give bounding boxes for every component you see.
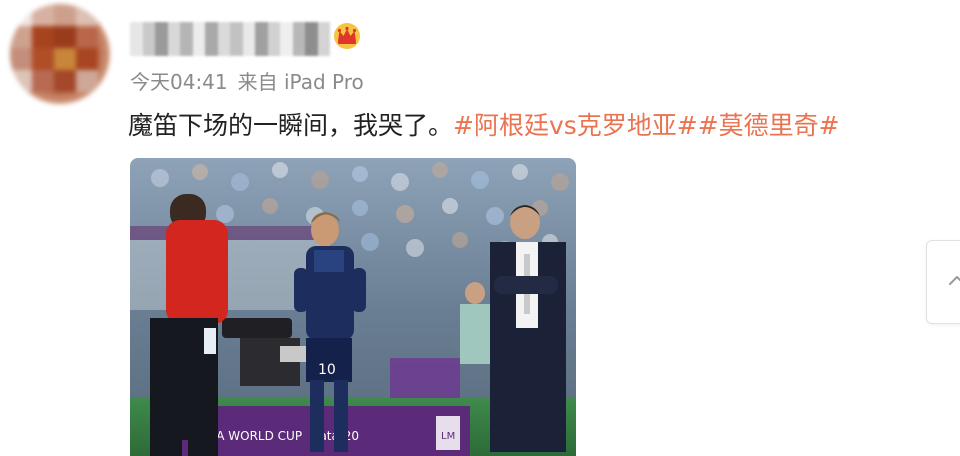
topic-link-argentina-croatia[interactable]: #阿根廷vs克罗地亚# (453, 111, 698, 140)
scroll-to-top-button[interactable] (926, 240, 960, 324)
username-obscured[interactable] (130, 22, 330, 56)
avatar[interactable] (10, 4, 110, 104)
jersey-number: 10 (318, 362, 336, 378)
topic-link-modric[interactable]: #莫德里奇# (698, 111, 840, 140)
crown-icon[interactable] (332, 22, 362, 50)
post-timestamp[interactable]: 今天04:41 (130, 70, 228, 94)
post-meta: 今天04:41 来自 iPad Pro (130, 66, 364, 95)
post-text-main: 魔笛下场的一瞬间，我哭了。 (128, 111, 454, 140)
post-image-scene: FIFA WORLD CUP Qatar20 LM 10 (130, 158, 576, 456)
weibo-post: 今天04:41 来自 iPad Pro 魔笛下场的一瞬间，我哭了。#阿根廷vs克罗… (0, 0, 960, 456)
post-image[interactable]: FIFA WORLD CUP Qatar20 LM 10 (130, 158, 576, 456)
post-source: 来自 iPad Pro (237, 70, 364, 94)
chevron-up-icon (949, 276, 960, 285)
ad-tag: LM (441, 431, 455, 442)
post-text: 魔笛下场的一瞬间，我哭了。#阿根廷vs克罗地亚##莫德里奇# (128, 106, 840, 142)
